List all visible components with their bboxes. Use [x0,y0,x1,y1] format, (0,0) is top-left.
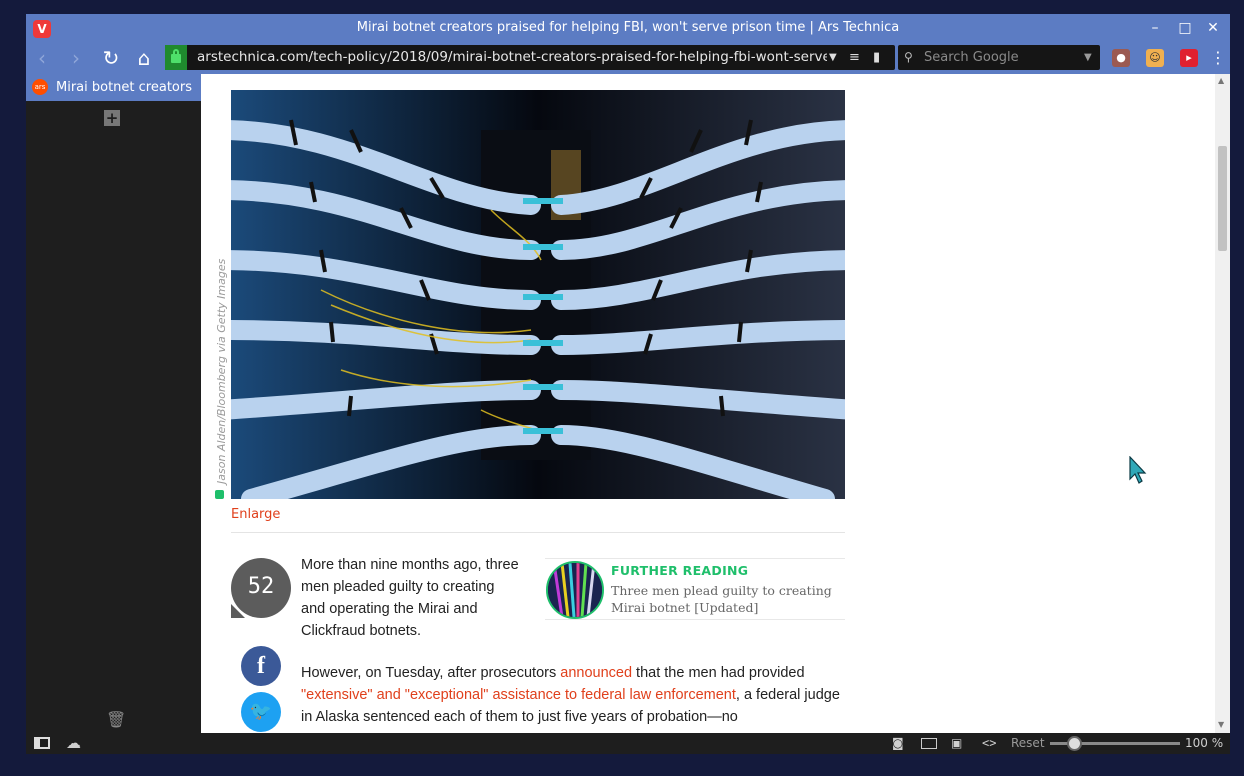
announced-link[interactable]: announced [560,665,632,681]
back-icon[interactable]: ‹ [30,46,54,70]
extension-play-icon[interactable]: ▸ [1180,49,1198,67]
divider [231,532,845,533]
enlarge-link[interactable]: Enlarge [231,507,280,522]
zoom-level: 100 % [1185,736,1224,750]
reload-icon[interactable]: ↻ [99,46,123,70]
hero-image[interactable] [231,90,845,499]
photo-credit: Jason Alden/Bloomberg via Getty Images [215,258,228,484]
zoom-reset-button[interactable]: Reset [1011,733,1045,754]
server-rack-cables-image [231,90,845,499]
scroll-up-arrow-icon[interactable]: ▲ [1218,76,1224,85]
reader-view-icon[interactable]: ≡ [849,45,860,70]
navigation-bar: ‹ › ↻ ⌂ arstechnica.com/tech-policy/2018… [26,42,1230,74]
page-actions-icon[interactable]: <> [982,733,996,754]
page-content: Jason Alden/Bloomberg via Getty Images E… [201,74,1230,733]
minimize-button[interactable]: – [1144,18,1166,38]
vertical-scrollbar[interactable]: ▲ ▼ [1215,74,1230,733]
search-field[interactable]: ⚲ Search Google ▼ [898,45,1100,70]
article-paragraph-2: However, on Tuesday, after prosecutors a… [301,662,851,728]
assistance-link[interactable]: "extensive" and "exceptional" assistance… [301,687,736,703]
forward-icon[interactable]: › [64,46,88,70]
new-tab-button[interactable]: + [104,110,120,126]
extension-icon[interactable]: ● [1112,49,1130,67]
menu-icon[interactable]: ⋮ [1206,46,1230,70]
url-text[interactable]: arstechnica.com/tech-policy/2018/09/mira… [197,45,827,70]
tiling-icon[interactable] [921,738,937,749]
search-placeholder: Search Google [924,50,1019,65]
further-reading-title[interactable]: Three men plead guilty to creating Mirai… [611,582,843,616]
home-icon[interactable]: ⌂ [132,46,156,70]
p2-text-a: However, on Tuesday, after prosecutors [301,665,561,681]
further-reading-label: FURTHER READING [611,563,749,578]
panel-toggle-icon[interactable] [34,737,50,749]
window-title: Mirai botnet creators praised for helpin… [356,20,900,35]
zoom-slider-knob[interactable] [1067,736,1082,751]
images-icon[interactable]: ▣ [951,733,962,754]
ars-favicon-icon: ars [32,79,48,95]
scroll-down-arrow-icon[interactable]: ▼ [1218,720,1224,729]
sync-cloud-icon[interactable]: ☁ [66,733,81,754]
lock-icon[interactable] [165,45,187,70]
extension-face-icon[interactable]: ☺ [1146,49,1164,67]
address-bar[interactable]: arstechnica.com/tech-policy/2018/09/mira… [165,45,895,70]
article-paragraph-intro: More than nine months ago, three men ple… [301,557,519,639]
facebook-share-icon[interactable]: f [241,646,281,686]
p2-text-b: that the men had provided [632,665,805,681]
twitter-share-icon[interactable]: 🐦 [241,692,281,732]
screenshot-camera-icon[interactable]: ◙ [892,733,904,754]
bookmark-icon[interactable]: ▮ [873,45,880,70]
browser-window: V Mirai botnet creators praised for help… [26,14,1230,754]
url-dropdown-icon[interactable]: ▼ [829,45,837,70]
trash-icon[interactable]: 🗑 [106,710,126,729]
tab-panel: ars Mirai botnet creators praised for he… [26,74,201,733]
further-reading-box[interactable]: FURTHER READING Three men plead guilty t… [545,558,845,620]
search-engine-dropdown-icon[interactable]: ▼ [1084,45,1092,70]
maximize-button[interactable]: □ [1174,18,1196,38]
title-bar: V Mirai botnet creators praised for help… [26,14,1230,42]
cables-thumbnail-image [548,563,602,617]
close-button[interactable]: ✕ [1202,18,1224,38]
mouse-cursor-icon [1129,456,1147,484]
tab-title: Mirai botnet creators praised for helpin… [56,80,196,95]
camera-icon [215,490,224,499]
scrollbar-thumb[interactable] [1218,146,1227,251]
further-reading-thumbnail[interactable] [546,561,604,619]
comment-bubble-tail [231,604,245,618]
search-icon: ⚲ [904,50,913,64]
tab-active[interactable]: ars Mirai botnet creators praised for he… [26,74,201,101]
status-bar: ☁ ◙ ▣ <> Reset 100 % [26,733,1230,754]
